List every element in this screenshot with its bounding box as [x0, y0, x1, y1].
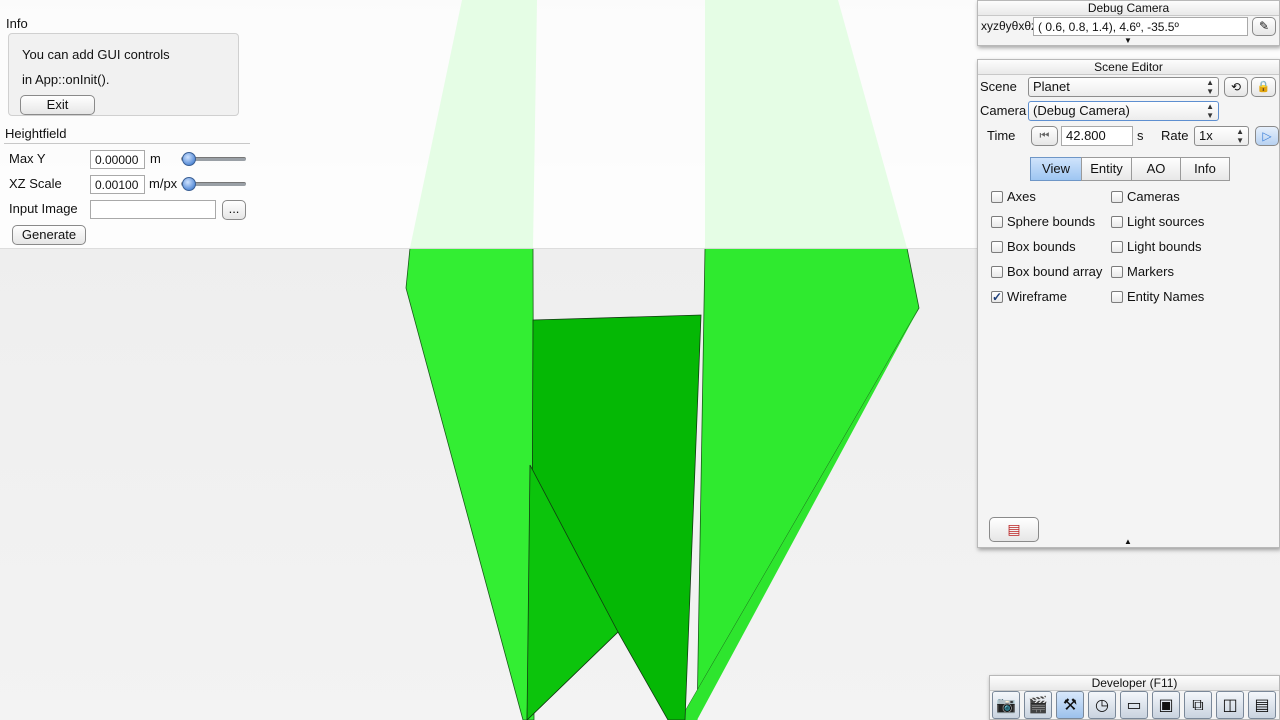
input-image-label: Input Image	[9, 201, 78, 216]
info-panel: You can add GUI controls in App::onInit(…	[8, 33, 239, 116]
save-icon[interactable]: ▤	[989, 517, 1039, 542]
time-reset-icon[interactable]: ⏮	[1031, 126, 1058, 146]
camera-label: Camera	[980, 103, 1027, 118]
scene-dropdown-value: Planet	[1033, 79, 1070, 94]
entity-names-checkbox[interactable]	[1111, 291, 1123, 303]
xz-scale-label: XZ Scale	[9, 176, 62, 191]
xz-scale-slider-knob[interactable]	[182, 177, 196, 191]
debug-camera-title: Debug Camera	[978, 1, 1279, 16]
collapse-icon[interactable]: ▲	[1124, 538, 1132, 546]
heightfield-title: Heightfield	[5, 126, 67, 141]
reload-icon[interactable]: ⟲	[1224, 77, 1248, 97]
generate-button[interactable]: Generate	[12, 225, 86, 245]
green-mesh-right	[679, 247, 920, 720]
scene-editor-tabs: View Entity AO Info	[1030, 157, 1230, 181]
box-bound-array-label: Box bound array	[1007, 264, 1103, 279]
info-message-line1: You can add GUI controls	[22, 47, 170, 62]
max-y-label: Max Y	[9, 151, 46, 166]
sphere-bounds-label: Sphere bounds	[1007, 214, 1096, 229]
time-input[interactable]: 42.800	[1061, 126, 1133, 146]
debug-camera-window: Debug Camera xyzθyθxθz ( 0.6, 0.8, 1.4),…	[977, 0, 1280, 46]
exit-button[interactable]: Exit	[20, 95, 95, 115]
developer-title: Developer (F11)	[990, 676, 1279, 691]
play-icon[interactable]: ▷	[1255, 126, 1279, 146]
wireframe-label: Wireframe	[1007, 289, 1067, 304]
rate-dropdown-value: 1x	[1199, 128, 1213, 143]
scene-label: Scene	[980, 79, 1017, 94]
scene-dropdown[interactable]: Planet ▲ ▼	[1028, 77, 1219, 97]
coord-label: xyzθyθxθz	[981, 19, 1038, 33]
box-bounds-checkbox[interactable]	[991, 241, 1003, 253]
browse-button[interactable]: ...	[222, 200, 246, 220]
light-bounds-checkbox[interactable]	[1111, 241, 1123, 253]
developer-toolbar: 📷 🎬 ⚒ ◷ ▭ ▣ ⧉ ◫ ▤	[992, 691, 1278, 719]
scene-editor-title: Scene Editor	[978, 60, 1279, 75]
heightfield-divider	[4, 143, 250, 144]
axes-label: Axes	[1007, 189, 1036, 204]
info-title: Info	[6, 16, 28, 31]
expand-icon[interactable]: ▼	[1124, 37, 1132, 45]
tab-entity[interactable]: Entity	[1081, 157, 1132, 181]
profiler-icon[interactable]: ◫	[1216, 691, 1244, 719]
markers-checkbox[interactable]	[1111, 266, 1123, 278]
updown-arrow-icon: ▲ ▼	[1236, 127, 1244, 145]
lock-icon[interactable]: 🔒	[1251, 77, 1276, 97]
notes-icon[interactable]: ▭	[1120, 691, 1148, 719]
sphere-bounds-checkbox[interactable]	[991, 216, 1003, 228]
time-label: Time	[987, 128, 1016, 143]
windows-icon[interactable]: ⧉	[1184, 691, 1212, 719]
scene-editor-window: Scene Editor Scene Planet ▲ ▼ ⟲ 🔒 Camera …	[977, 59, 1280, 548]
info-message-line2: in App::onInit().	[22, 72, 110, 87]
rate-label: Rate	[1161, 128, 1189, 143]
light-bounds-label: Light bounds	[1127, 239, 1202, 254]
entity-names-label: Entity Names	[1127, 289, 1205, 304]
max-y-slider-knob[interactable]	[182, 152, 196, 166]
cameras-checkbox[interactable]	[1111, 191, 1123, 203]
clock-icon[interactable]: ◷	[1088, 691, 1116, 719]
edit-icon[interactable]: ✎	[1252, 17, 1276, 36]
box-bound-array-checkbox[interactable]	[991, 266, 1003, 278]
tools-icon[interactable]: ⚒	[1056, 691, 1084, 719]
xz-scale-input[interactable]: 0.00100	[90, 175, 145, 194]
light-sources-checkbox[interactable]	[1111, 216, 1123, 228]
tab-view[interactable]: View	[1030, 157, 1082, 181]
max-y-input[interactable]: 0.00000	[90, 150, 145, 169]
tab-info[interactable]: Info	[1180, 157, 1230, 181]
max-y-unit: m	[150, 151, 161, 166]
updown-arrow-icon: ▲ ▼	[1206, 102, 1214, 120]
developer-window: Developer (F11) 📷 🎬 ⚒ ◷ ▭ ▣ ⧉ ◫ ▤	[989, 675, 1280, 720]
time-unit: s	[1137, 128, 1144, 143]
checkmark-icon: ✓	[992, 290, 1003, 304]
updown-arrow-icon: ▲ ▼	[1206, 78, 1214, 96]
cameras-label: Cameras	[1127, 189, 1180, 204]
axes-checkbox[interactable]	[991, 191, 1003, 203]
light-sources-label: Light sources	[1127, 214, 1205, 229]
camera-dropdown-value: (Debug Camera)	[1033, 103, 1130, 118]
box-bounds-label: Box bounds	[1007, 239, 1076, 254]
terminal-icon[interactable]: ▣	[1152, 691, 1180, 719]
markers-label: Markers	[1127, 264, 1174, 279]
green-mesh-left	[405, 247, 535, 720]
camera-dropdown[interactable]: (Debug Camera) ▲ ▼	[1028, 101, 1219, 121]
tab-ao[interactable]: AO	[1131, 157, 1181, 181]
document-icon[interactable]: ▤	[1248, 691, 1276, 719]
rate-dropdown[interactable]: 1x ▲ ▼	[1194, 126, 1249, 146]
camera-coord-input[interactable]: ( 0.6, 0.8, 1.4), 4.6º, -35.5º	[1033, 17, 1248, 36]
camera-icon[interactable]: 📷	[992, 691, 1020, 719]
xz-scale-unit: m/px	[149, 176, 178, 191]
film-clapper-icon[interactable]: 🎬	[1024, 691, 1052, 719]
input-image-field[interactable]	[90, 200, 216, 219]
wireframe-checkbox[interactable]: ✓	[991, 291, 1003, 303]
